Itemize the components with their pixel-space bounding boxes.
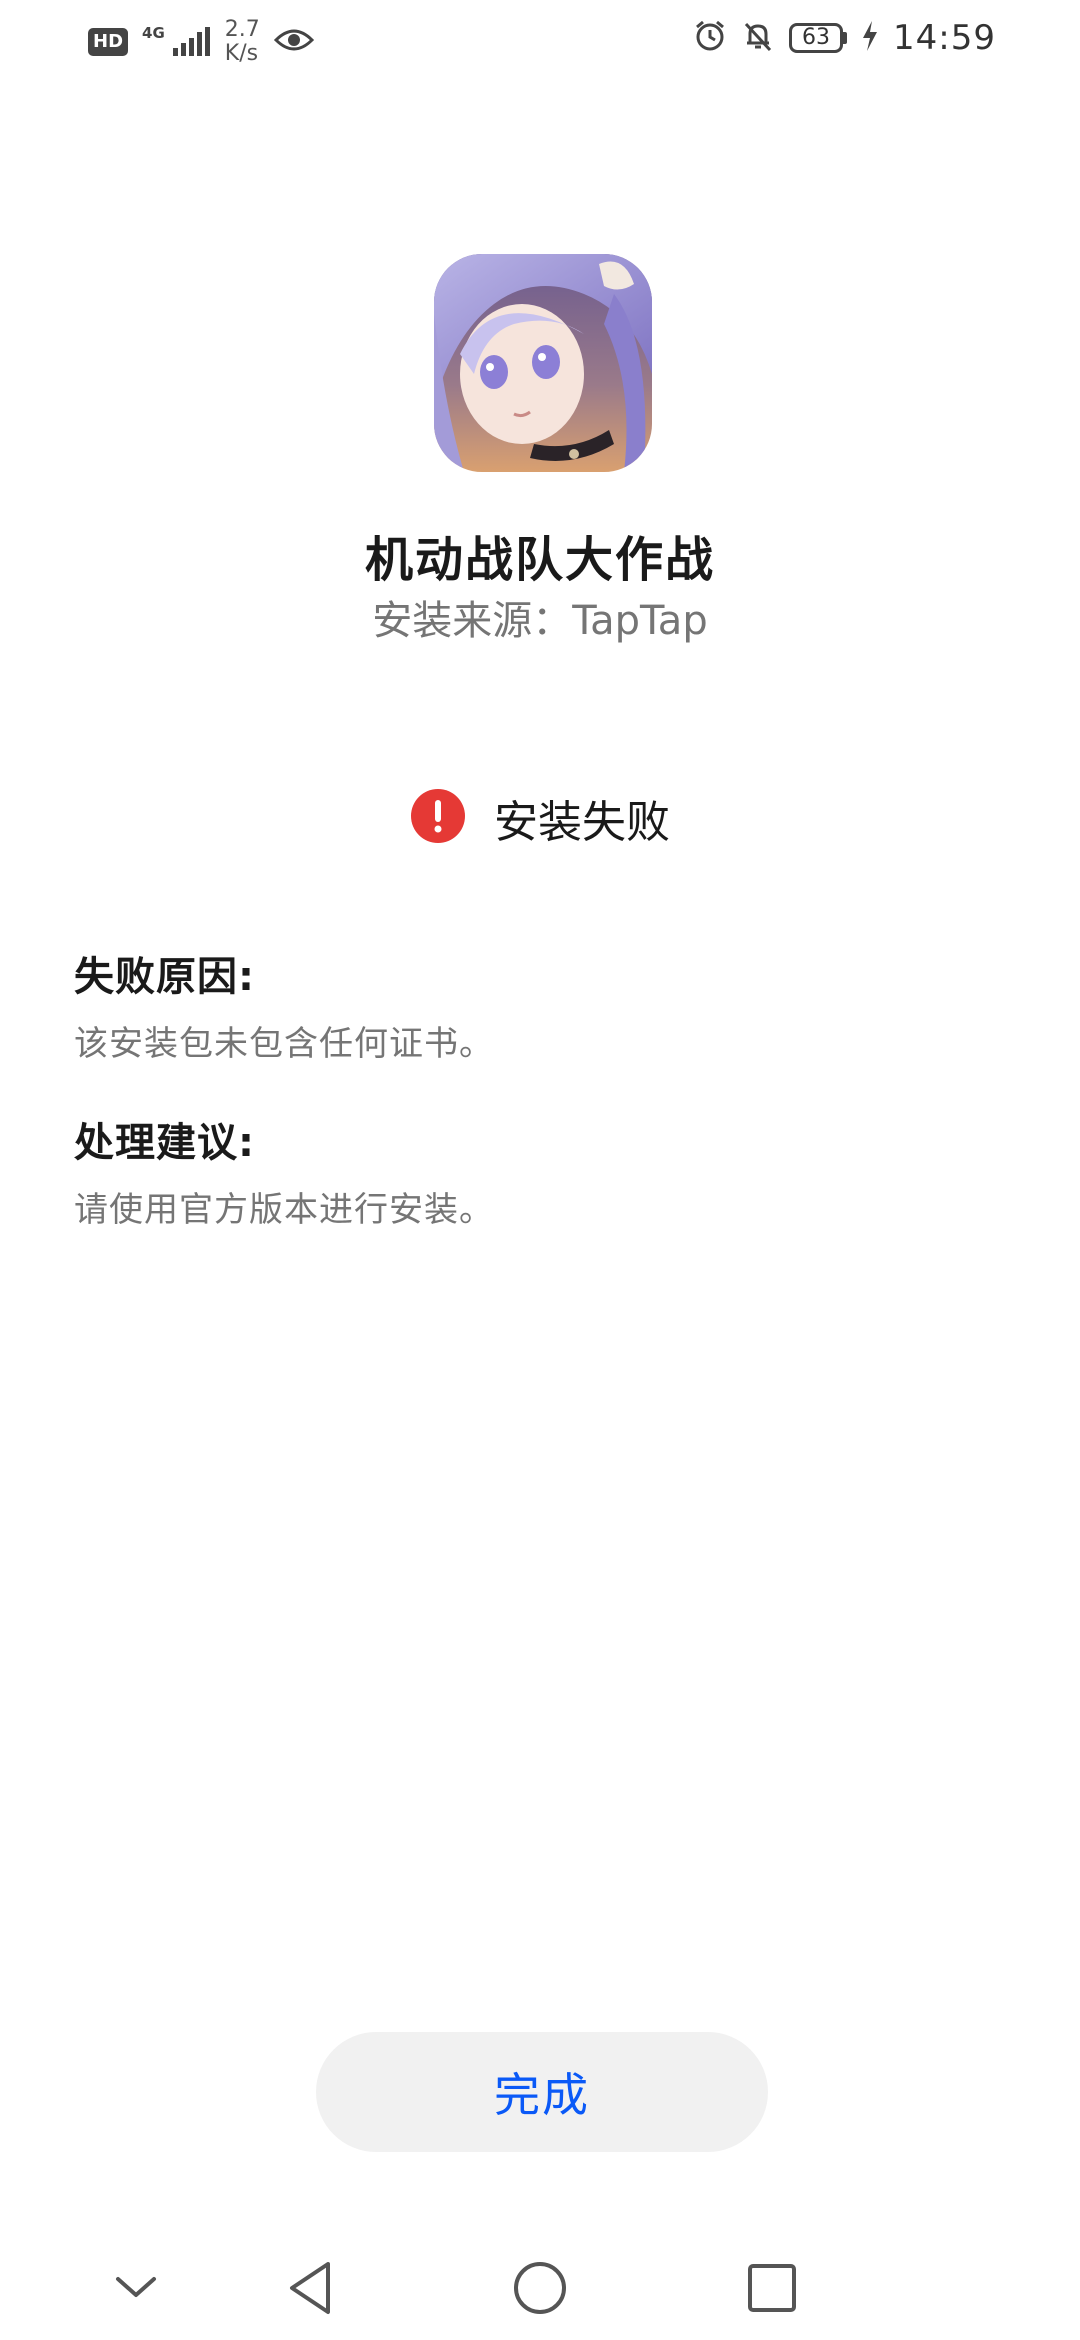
battery-tip — [843, 32, 848, 44]
suggestion-title: 处理建议: — [74, 1120, 255, 1166]
install-result-screen: HD 4G 2.7 K/s 63 14:59 机动战队大作战 安装来源：TapT… — [0, 0, 1080, 2340]
network-type: 4G — [142, 24, 165, 42]
app-icon — [434, 254, 652, 472]
bell-muted-icon — [741, 19, 775, 57]
chevron-down-icon[interactable] — [84, 2236, 188, 2340]
battery-level: 63 — [789, 23, 844, 53]
status-bar-right: 63 14:59 — [693, 18, 996, 58]
navigation-bar — [0, 2236, 1080, 2340]
status-bar: HD 4G 2.7 K/s 63 14:59 — [0, 0, 1080, 80]
app-name: 机动战队大作战 — [364, 532, 715, 588]
failure-reason-text: 该安装包未包含任何证书。 — [74, 1024, 494, 1064]
battery-indicator: 63 — [789, 23, 848, 53]
suggestion-text: 请使用官方版本进行安装。 — [74, 1190, 494, 1230]
install-source: 安装来源：TapTap — [372, 598, 708, 644]
failure-reason-title: 失败原因: — [74, 954, 255, 1000]
error-icon — [410, 788, 466, 848]
status-bar-left: HD 4G 2.7 K/s — [88, 18, 314, 66]
install-status-text: 安装失败 — [494, 797, 670, 848]
alarm-icon — [693, 19, 727, 57]
eye-icon — [273, 26, 314, 58]
back-triangle-icon[interactable] — [258, 2236, 362, 2340]
charging-icon — [861, 20, 879, 56]
home-circle-icon[interactable] — [488, 2236, 592, 2340]
net-speed-value: 2.7 — [224, 17, 260, 42]
net-speed: 2.7 K/s — [225, 18, 260, 66]
clock: 14:59 — [893, 18, 996, 58]
install-status: 安装失败 — [0, 786, 1080, 850]
signal-icon: 4G — [142, 26, 211, 58]
done-button[interactable]: 完成 — [316, 2032, 768, 2152]
hd-badge: HD — [88, 28, 129, 56]
net-speed-unit: K/s — [224, 41, 259, 66]
recents-square-icon[interactable] — [720, 2236, 824, 2340]
